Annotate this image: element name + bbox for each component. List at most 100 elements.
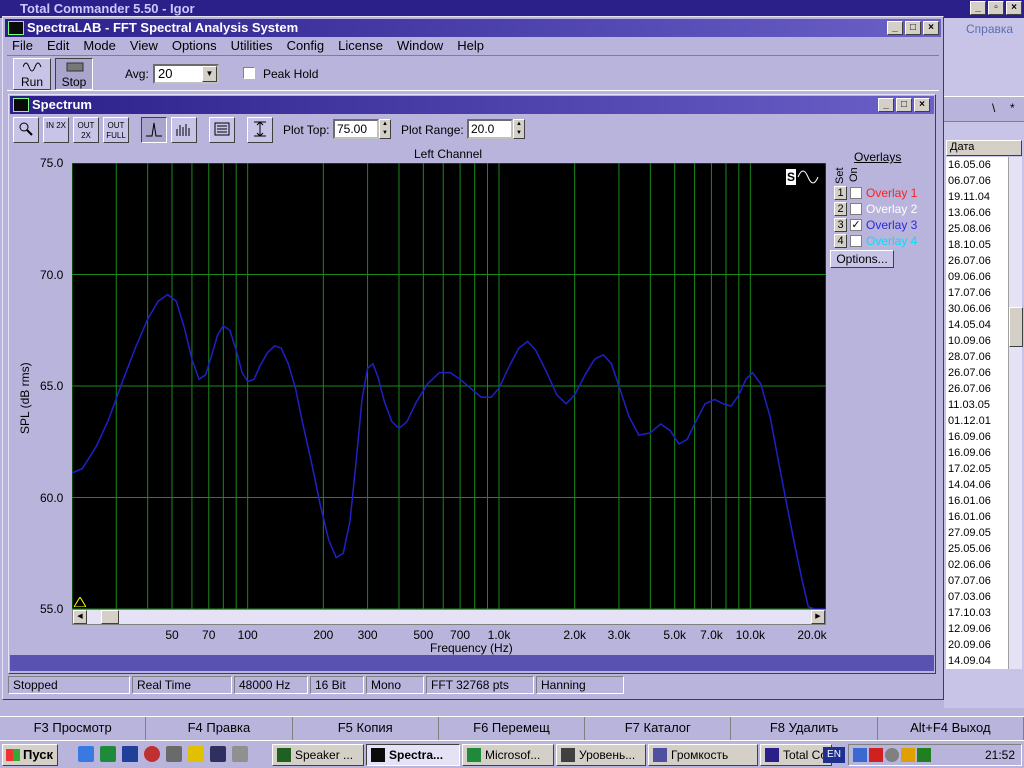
menu-item-view[interactable]: View [123,37,165,55]
plot-top-spinner[interactable]: ▲ ▼ [379,119,391,139]
bar-plot-button[interactable] [171,117,197,143]
file-date-row[interactable]: 16.05.06 [946,157,1008,173]
file-date-row[interactable]: 28.07.06 [946,349,1008,365]
network-icon[interactable] [853,748,867,762]
menu-item-window[interactable]: Window [390,37,450,55]
window-title[interactable]: SpectraLAB - FFT Spectral Analysis Syste… [5,19,941,37]
taskbar-button[interactable]: Speaker ... [272,744,364,766]
file-date-row[interactable]: 12.09.06 [946,621,1008,637]
file-date-row[interactable]: 19.11.04 [946,189,1008,205]
menu-item-mode[interactable]: Mode [76,37,123,55]
tray-app-icon[interactable] [901,748,915,762]
maximize-button[interactable]: □ [896,98,912,112]
taskbar-button[interactable]: Total Co... [760,744,832,766]
file-date-row[interactable]: 18.10.05 [946,237,1008,253]
minimize-button[interactable]: _ [970,1,986,15]
chevron-down-icon[interactable]: ▼ [202,66,217,82]
zoom-button[interactable] [13,117,39,143]
close-button[interactable]: × [1006,1,1022,15]
date-column-header[interactable]: Дата [946,140,1022,156]
file-date-row[interactable]: 07.03.06 [946,589,1008,605]
file-list-scrollbar[interactable] [1008,157,1023,669]
file-date-row[interactable]: 10.09.06 [946,333,1008,349]
scroll-left-icon[interactable]: ◀ [73,610,87,624]
language-indicator[interactable]: EN [823,747,845,763]
function-key-button[interactable]: F6 Перемещ [439,717,586,740]
file-date-row[interactable]: 17.02.05 [946,461,1008,477]
tray-app-icon[interactable] [917,748,931,762]
file-date-row[interactable]: 07.07.06 [946,573,1008,589]
function-key-button[interactable]: F5 Копия [293,717,439,740]
taskbar-button[interactable]: Microsof... [462,744,554,766]
minimize-button[interactable]: _ [887,21,903,35]
run-button[interactable]: Run [13,58,51,90]
taskbar-button[interactable]: Уровень... [556,744,646,766]
zonealarm-icon[interactable] [869,748,883,762]
settings-button[interactable] [209,117,235,143]
file-date-row[interactable]: 26.07.06 [946,381,1008,397]
function-key-button[interactable]: F7 Каталог [585,717,732,740]
restore-button[interactable]: ▫ [988,1,1004,15]
zoom-out-full-button[interactable]: OUT FULL [103,117,129,143]
file-date-row[interactable]: 11.03.05 [946,397,1008,413]
volume-icon[interactable] [885,748,899,762]
app-icon[interactable] [210,746,226,762]
close-button[interactable]: × [923,21,939,35]
file-date-row[interactable]: 14.09.04 [946,653,1008,669]
help-menu[interactable]: Справка [966,22,1013,36]
function-key-button[interactable]: F3 Просмотр [0,717,147,740]
start-button[interactable]: Пуск [2,744,58,766]
overlay-checkbox[interactable] [850,187,862,199]
file-date-row[interactable]: 17.10.03 [946,605,1008,621]
avg-combobox[interactable]: 20 ▼ [153,64,219,84]
file-date-row[interactable]: 14.05.04 [946,317,1008,333]
taskbar-button[interactable]: Громкость [648,744,758,766]
peak-hold-checkbox[interactable] [243,67,255,79]
app-icon[interactable] [188,746,204,762]
file-date-row[interactable]: 16.09.06 [946,429,1008,445]
excel-icon[interactable] [100,746,116,762]
plot-top-input[interactable]: 75.00 [333,119,379,139]
function-key-button[interactable]: F4 Правка [146,717,293,740]
frequency-scrollbar[interactable]: ◀ ▶ [72,609,826,625]
opera-icon[interactable] [144,746,160,762]
file-date-row[interactable]: 20.09.06 [946,637,1008,653]
toolbar-mark[interactable]: \ [992,101,995,115]
file-date-row[interactable]: 13.06.06 [946,205,1008,221]
clock[interactable]: 21:52 [985,748,1015,762]
file-date-row[interactable]: 16.01.06 [946,493,1008,509]
toolbar-mark[interactable]: * [1010,101,1015,115]
file-date-row[interactable]: 16.01.06 [946,509,1008,525]
zoom-out-2x-button[interactable]: OUT 2X [73,117,99,143]
file-date-row[interactable]: 25.08.06 [946,221,1008,237]
overlay-checkbox[interactable]: ✓ [850,219,862,231]
file-date-row[interactable]: 06.07.06 [946,173,1008,189]
taskbar-button[interactable]: Spectra... [366,744,460,766]
close-button[interactable]: × [914,98,930,112]
file-date-row[interactable]: 25.05.06 [946,541,1008,557]
file-date-row[interactable]: 16.09.06 [946,445,1008,461]
menu-item-config[interactable]: Config [280,37,332,55]
menu-item-help[interactable]: Help [450,37,491,55]
marker-triangle-icon[interactable] [74,597,86,607]
file-date-row[interactable]: 09.06.06 [946,269,1008,285]
file-date-row[interactable]: 27.09.05 [946,525,1008,541]
overlay-checkbox[interactable] [850,235,862,247]
overlay-checkbox[interactable] [850,203,862,215]
menu-item-options[interactable]: Options [165,37,224,55]
spectrum-plot[interactable]: S [71,162,827,610]
line-plot-button[interactable] [141,117,167,143]
overlays-title[interactable]: Overlays [854,150,901,164]
file-date-row[interactable]: 17.07.06 [946,285,1008,301]
file-date-row[interactable]: 26.07.06 [946,365,1008,381]
overlay-set-button[interactable]: 4 [834,234,847,248]
word-icon[interactable] [122,746,138,762]
overlay-set-button[interactable]: 3 [834,218,847,232]
overlay-options-button[interactable]: Options... [830,250,894,268]
scroll-thumb[interactable] [101,610,119,624]
autoscale-button[interactable] [247,117,273,143]
overlay-set-button[interactable]: 1 [834,186,847,200]
app-icon[interactable] [232,746,248,762]
plot-range-input[interactable]: 20.0 [467,119,513,139]
menu-item-file[interactable]: File [5,37,40,55]
